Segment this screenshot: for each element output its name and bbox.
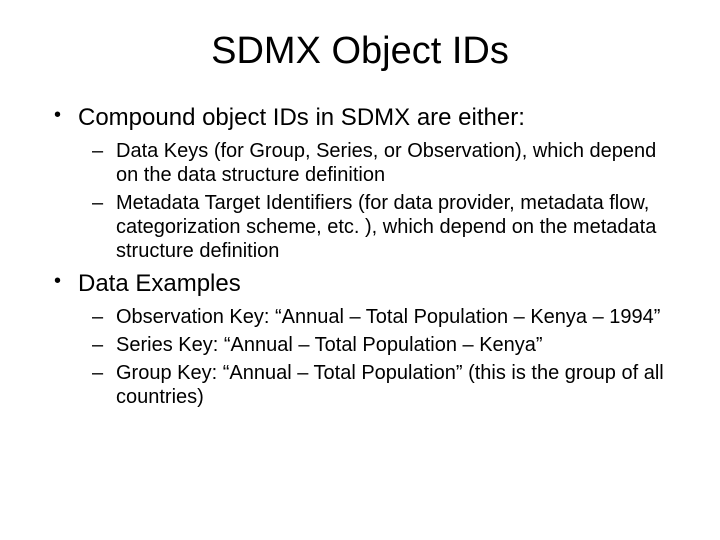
bullet-text: Data Examples (78, 270, 241, 297)
bullet-text: Metadata Target Identifiers (for data pr… (116, 192, 656, 262)
list-item: Metadata Target Identifiers (for data pr… (78, 191, 670, 263)
sub-bullet-list: Observation Key: “Annual – Total Populat… (78, 305, 670, 409)
list-item: Data Keys (for Group, Series, or Observa… (78, 139, 670, 187)
bullet-text: Series Key: “Annual – Total Population –… (116, 334, 543, 356)
list-item: Compound object IDs in SDMX are either: … (50, 103, 670, 263)
bullet-text: Compound object IDs in SDMX are either: (78, 104, 525, 131)
sub-bullet-list: Data Keys (for Group, Series, or Observa… (78, 139, 670, 263)
list-item: Group Key: “Annual – Total Population” (… (78, 361, 670, 409)
bullet-text: Data Keys (for Group, Series, or Observa… (116, 140, 656, 186)
slide-title: SDMX Object IDs (50, 30, 670, 73)
bullet-text: Observation Key: “Annual – Total Populat… (116, 306, 660, 328)
list-item: Data Examples Observation Key: “Annual –… (50, 269, 670, 409)
bullet-text: Group Key: “Annual – Total Population” (… (116, 362, 664, 408)
list-item: Series Key: “Annual – Total Population –… (78, 333, 670, 357)
bullet-list: Compound object IDs in SDMX are either: … (50, 103, 670, 409)
list-item: Observation Key: “Annual – Total Populat… (78, 305, 670, 329)
